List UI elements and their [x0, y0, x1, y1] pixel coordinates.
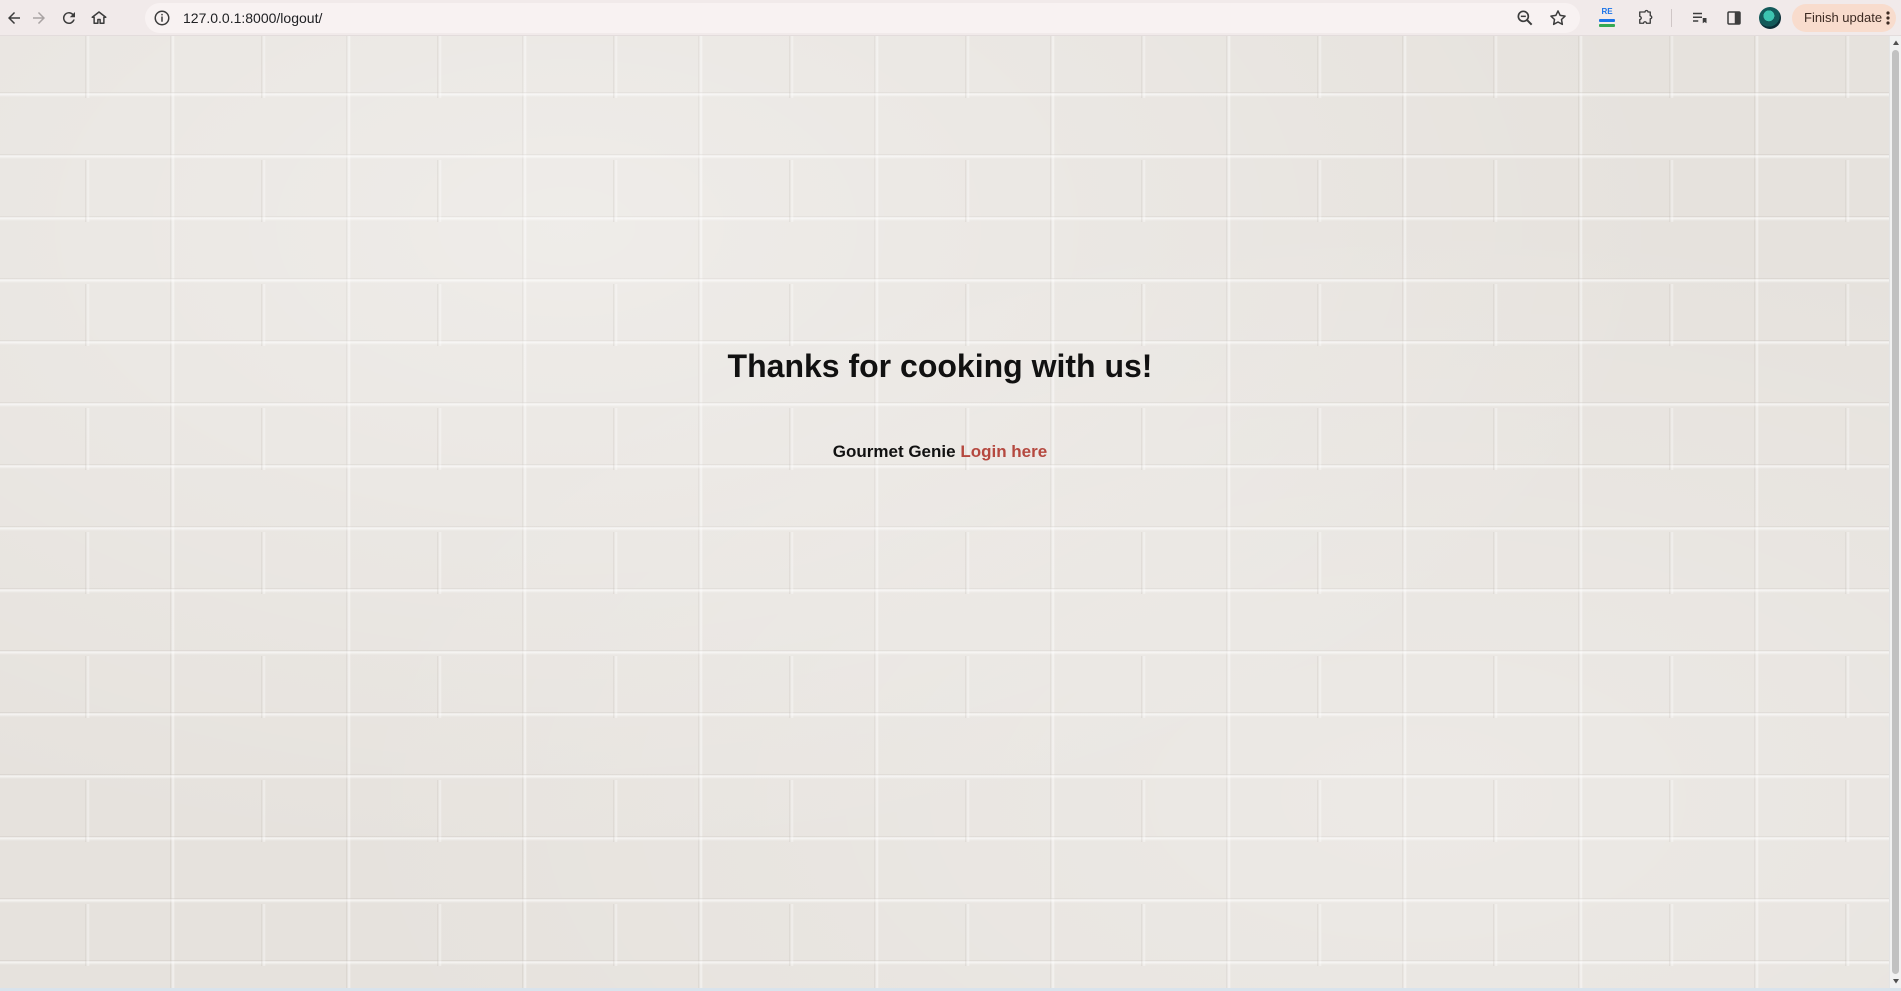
avatar[interactable] [1759, 7, 1781, 29]
kebab-menu-icon[interactable] [1886, 11, 1890, 25]
extension-badge-text: RE [1601, 7, 1613, 16]
star-icon[interactable] [1548, 8, 1568, 28]
login-prompt: Gourmet Genie Login here [0, 442, 1880, 462]
browser-window: 127.0.0.1:8000/logout/ RE Finish update … [0, 0, 1901, 991]
scroll-up-icon[interactable] [1892, 39, 1900, 47]
extension-button[interactable]: RE [1596, 7, 1618, 29]
zoom-icon[interactable] [1515, 8, 1535, 28]
scroll-down-icon[interactable] [1892, 977, 1900, 985]
home-button[interactable] [85, 4, 113, 32]
side-panel-icon [1727, 11, 1741, 25]
page-title: Thanks for cooking with us! [727, 348, 1153, 384]
scroll-thumb[interactable] [1892, 50, 1899, 974]
browser-toolbar: 127.0.0.1:8000/logout/ RE Finish update [0, 0, 1901, 36]
finish-update-button[interactable]: Finish update [1792, 4, 1896, 32]
finish-update-label: Finish update [1804, 10, 1883, 25]
brand-name: Gourmet Genie [832, 442, 956, 461]
forward-button[interactable] [25, 4, 53, 32]
extensions-button[interactable] [1631, 4, 1659, 32]
info-icon[interactable] [153, 9, 171, 27]
back-arrow-icon [8, 12, 20, 24]
page-background: Thanks for cooking with us! Gourmet Geni… [0, 36, 1889, 988]
forward-arrow-icon [33, 12, 45, 24]
url-text[interactable]: 127.0.0.1:8000/logout/ [183, 3, 322, 33]
reading-list-icon [1693, 12, 1707, 24]
login-link[interactable]: Login here [960, 442, 1047, 461]
back-button[interactable] [0, 4, 28, 32]
reading-list-button[interactable] [1685, 4, 1713, 32]
reload-icon [62, 12, 75, 25]
vertical-scrollbar[interactable] [1889, 36, 1901, 988]
home-icon [91, 11, 107, 24]
brick-texture [0, 36, 1889, 988]
side-panel-button[interactable] [1720, 4, 1748, 32]
reload-button[interactable] [55, 4, 83, 32]
address-bar[interactable]: 127.0.0.1:8000/logout/ [145, 3, 1580, 33]
toolbar-divider [1671, 9, 1672, 27]
puzzle-icon [1639, 9, 1653, 24]
